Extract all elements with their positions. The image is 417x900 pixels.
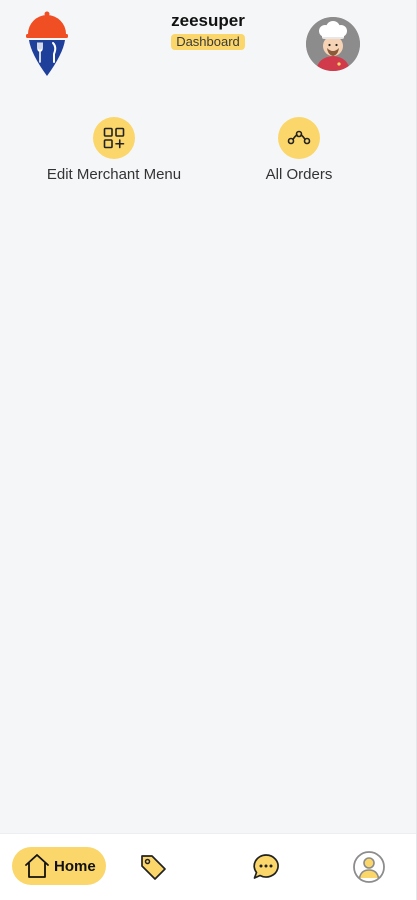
- home-icon: [25, 854, 49, 878]
- avatar[interactable]: [306, 17, 360, 71]
- chat-icon: [253, 854, 279, 879]
- nav-home-button[interactable]: Home: [12, 847, 106, 885]
- profile-icon: [353, 851, 385, 883]
- dashboard-badge: Dashboard: [171, 34, 245, 50]
- qr-grid-icon: [93, 117, 135, 159]
- nav-profile-button[interactable]: [352, 850, 386, 884]
- all-orders-button[interactable]: All Orders: [209, 117, 389, 184]
- header: zeesuper Dashboard: [0, 0, 416, 90]
- bottom-nav: Home: [0, 833, 416, 900]
- edit-merchant-menu-label: Edit Merchant Menu: [46, 166, 182, 183]
- tag-icon: [141, 855, 166, 880]
- route-icon: [278, 117, 320, 159]
- app-screen: zeesuper Dashboard Edit Merchant Menu Al…: [0, 0, 417, 900]
- chef-avatar-icon: [306, 17, 360, 71]
- all-orders-label: All Orders: [265, 166, 333, 183]
- edit-merchant-menu-button[interactable]: Edit Merchant Menu: [24, 117, 204, 184]
- nav-chat-button[interactable]: [249, 850, 283, 884]
- nav-home-label: Home: [54, 857, 96, 875]
- nav-offers-button[interactable]: [136, 850, 170, 884]
